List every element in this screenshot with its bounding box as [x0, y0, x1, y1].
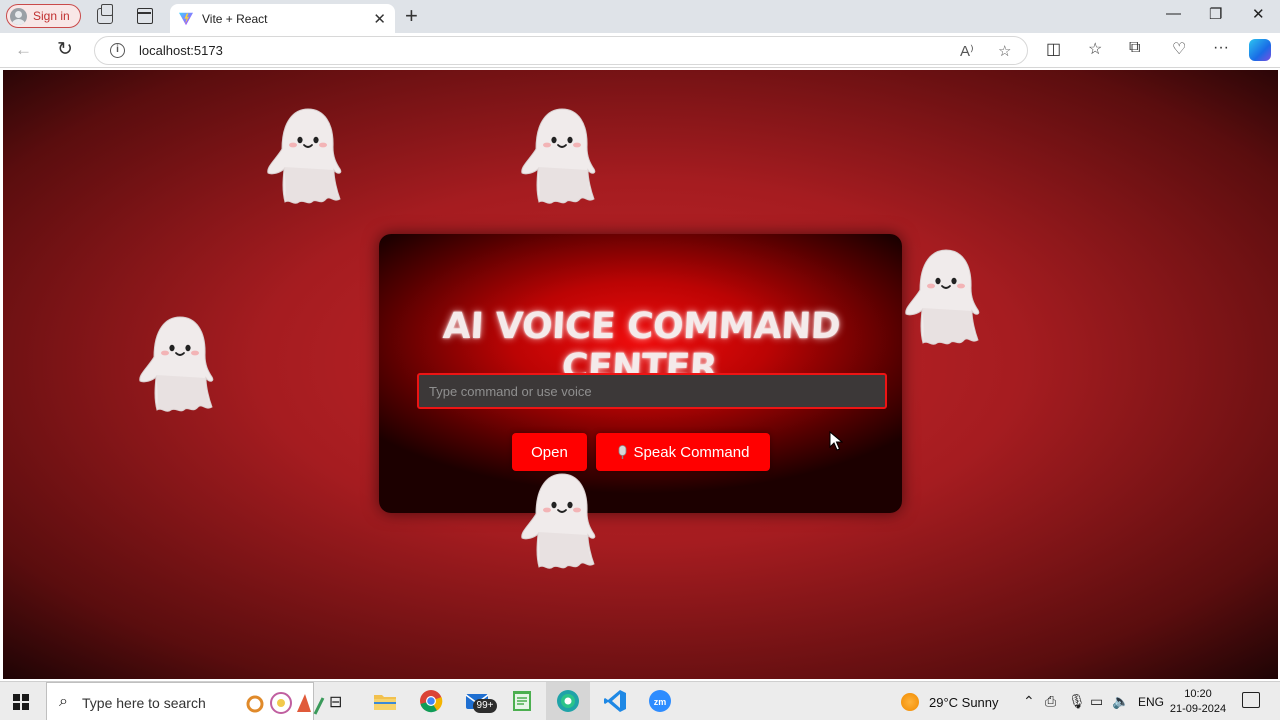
sign-in-label: Sign in — [33, 9, 70, 23]
vscode-icon[interactable] — [602, 688, 628, 714]
favorite-star-icon[interactable]: ☆ — [998, 42, 1011, 60]
weather-text[interactable]: 29°C Sunny — [929, 695, 999, 710]
microphone-icon — [618, 444, 626, 459]
reload-icon[interactable]: ↻ — [57, 38, 73, 61]
profile-sign-in-button[interactable]: Sign in — [6, 4, 81, 28]
minimize-icon[interactable]: — — [1166, 5, 1181, 22]
ghost-sticker-icon — [132, 315, 220, 415]
tab-close-icon[interactable]: ✕ — [373, 10, 386, 28]
browser-essentials-icon[interactable]: ♡ — [1172, 39, 1186, 59]
speak-command-button[interactable]: Speak Command — [596, 433, 770, 471]
browser-toolbar: ← ↻ i localhost:5173 A⁾ ☆ ◫ ☆ ⧉ ♡ ··· — [0, 33, 1280, 68]
ghost-sticker-icon — [260, 107, 348, 207]
microphone-tray-icon[interactable]: 🎙 — [1068, 693, 1086, 710]
task-view-icon[interactable]: ⊟ — [329, 692, 342, 712]
windows-start-icon[interactable] — [13, 694, 29, 710]
svg-text:zm: zm — [654, 697, 667, 707]
notification-center-icon[interactable] — [1242, 692, 1260, 708]
tab-title: Vite + React — [202, 11, 268, 26]
speak-command-label: Speak Command — [633, 443, 750, 461]
favorites-icon[interactable]: ☆ — [1088, 39, 1102, 59]
restore-icon[interactable]: ❐ — [1209, 5, 1222, 23]
browser-tab-active[interactable]: Vite + React ✕ — [170, 4, 395, 33]
address-bar[interactable]: i localhost:5173 A⁾ ☆ — [94, 36, 1028, 65]
new-tab-icon[interactable]: + — [405, 3, 418, 29]
meet-now-icon[interactable]: ⎙ — [1045, 693, 1056, 710]
mail-badge: 99+ — [473, 699, 497, 713]
weather-sun-icon[interactable] — [901, 693, 919, 711]
ghost-sticker-icon — [514, 472, 602, 572]
clock-time: 10:20 — [1184, 688, 1212, 700]
taskbar-clock[interactable]: 10:20 21-09-2024 — [1168, 687, 1228, 717]
command-input[interactable] — [417, 373, 887, 409]
copilot-icon[interactable] — [1249, 39, 1271, 61]
url-text[interactable]: localhost:5173 — [139, 43, 223, 58]
file-explorer-icon[interactable] — [372, 688, 398, 714]
taskbar-search-placeholder: Type here to search — [82, 695, 206, 711]
back-arrow-icon[interactable]: ← — [15, 40, 32, 60]
ghost-sticker-icon — [514, 107, 602, 207]
workspaces-icon[interactable] — [97, 4, 113, 24]
tab-actions-icon[interactable] — [137, 8, 153, 24]
notepad-icon[interactable] — [509, 688, 535, 714]
mouse-cursor-icon — [829, 431, 843, 451]
language-indicator[interactable]: ENG — [1138, 695, 1164, 709]
edge-icon[interactable] — [555, 688, 581, 714]
browser-tab-bar: Sign in Vite + React ✕ + — ❐ ✕ — [0, 0, 1280, 33]
site-info-icon[interactable]: i — [110, 43, 125, 58]
open-button-label: Open — [531, 443, 568, 461]
chrome-icon[interactable] — [418, 688, 444, 714]
search-icon: ⌕ — [59, 693, 68, 710]
vite-logo-icon — [179, 12, 193, 25]
show-hidden-icons-chevron-icon[interactable]: ⌃ — [1023, 693, 1035, 710]
more-options-icon[interactable]: ··· — [1213, 39, 1229, 57]
clock-date: 21-09-2024 — [1169, 703, 1227, 715]
ghost-sticker-icon — [898, 248, 986, 348]
battery-icon[interactable]: ▭ — [1090, 693, 1103, 710]
app-page: AI VOICE COMMAND CENTER Open Speak Comma… — [3, 70, 1278, 679]
zoom-icon[interactable]: zm — [647, 688, 673, 714]
windows-taskbar: ⌕ Type here to search ⊟ 99+ zm 29°C Sunn… — [0, 681, 1280, 720]
taskbar-search-box[interactable]: ⌕ Type here to search — [46, 682, 325, 720]
split-screen-icon[interactable]: ◫ — [1046, 39, 1061, 59]
command-center-card: AI VOICE COMMAND CENTER Open Speak Comma… — [379, 234, 902, 513]
volume-icon[interactable]: 🔈 — [1112, 693, 1129, 710]
open-button[interactable]: Open — [512, 433, 587, 471]
read-aloud-icon[interactable]: A⁾ — [960, 42, 974, 60]
window-close-icon[interactable]: ✕ — [1252, 5, 1265, 23]
profile-avatar-icon — [10, 7, 27, 25]
collections-icon[interactable]: ⧉ — [1129, 39, 1140, 57]
